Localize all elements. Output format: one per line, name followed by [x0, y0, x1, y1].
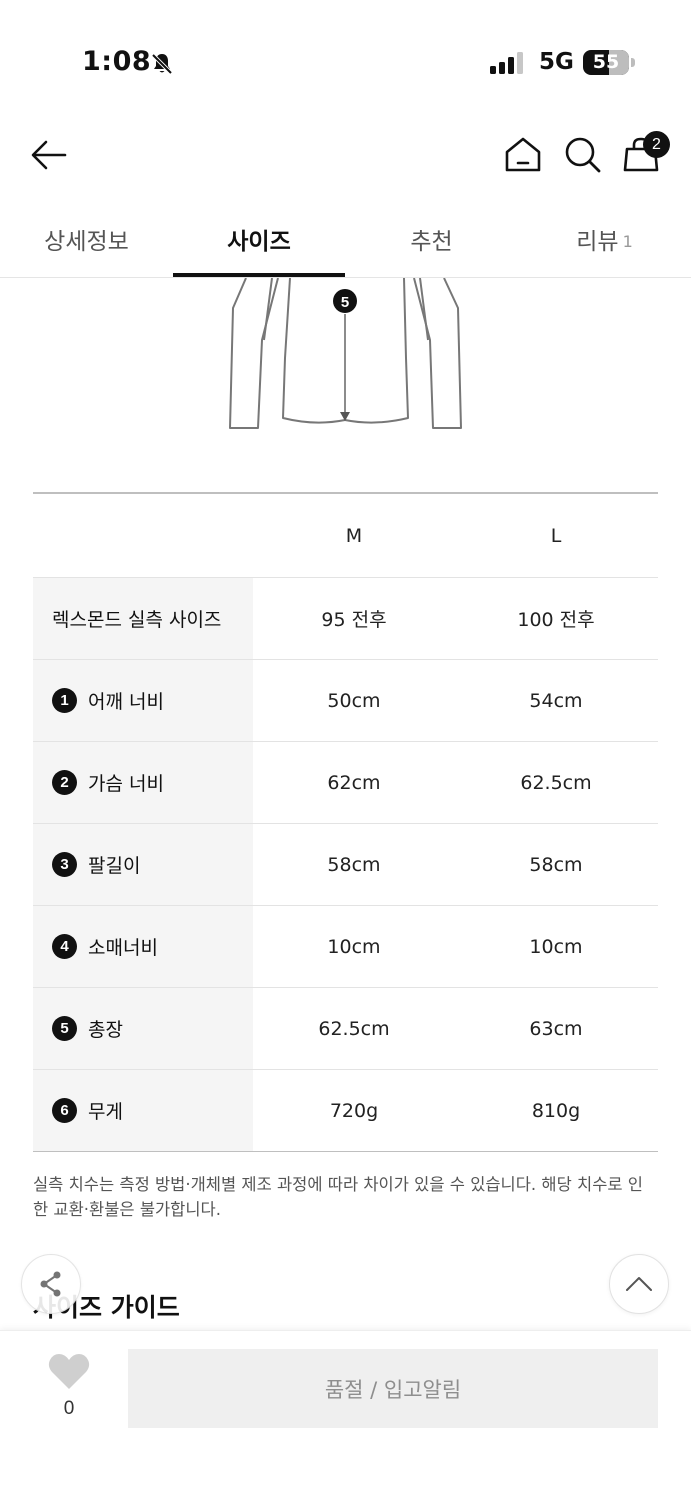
tab-size[interactable]: 사이즈	[173, 200, 345, 278]
table-row: 6 무게 720g 810g	[33, 1070, 658, 1152]
measure-number-badge: 2	[52, 770, 77, 795]
tab-label: 리뷰	[576, 229, 619, 255]
battery-icon: 55	[583, 50, 629, 75]
measure-number-badge: 3	[52, 852, 77, 877]
table-header-row: M L	[33, 494, 658, 578]
share-button[interactable]	[21, 1254, 81, 1314]
cell-l: 58cm	[529, 853, 583, 876]
cell-l: 100 전후	[517, 609, 595, 631]
row-label: 소매너비	[88, 937, 158, 959]
table-row: 5 총장 62.5cm 63cm	[33, 988, 658, 1070]
cell-m: 62.5cm	[318, 1017, 390, 1040]
scroll-top-button[interactable]	[609, 1254, 669, 1314]
cell-m: 10cm	[327, 935, 381, 958]
battery-level: 55	[592, 51, 620, 73]
column-header-m: M	[345, 524, 363, 547]
search-icon[interactable]	[560, 132, 606, 178]
row-label-cell: 5 총장	[33, 988, 253, 1069]
status-time: 1:08	[82, 46, 152, 77]
review-count: 1	[622, 231, 633, 251]
tab-label: 상세정보	[44, 229, 129, 255]
cellular-signal-icon	[490, 52, 523, 74]
measure-marker-label: 5	[341, 294, 349, 311]
soldout-restock-alert-button[interactable]: 품절 / 입고알림	[128, 1349, 658, 1428]
measure-number-badge: 5	[52, 1016, 77, 1041]
size-table: M L 렉스몬드 실측 사이즈 95 전후 100 전후 1 어깨 너비 50c…	[33, 492, 658, 1152]
table-header-empty	[33, 494, 253, 577]
detail-tabs: 상세정보 사이즈 추천 리뷰 1	[0, 200, 691, 278]
measure-number-badge: 6	[52, 1098, 77, 1123]
cell-m: 95 전후	[321, 609, 387, 631]
cell-m: 62cm	[327, 771, 381, 794]
table-row: 1 어깨 너비 50cm 54cm	[33, 660, 658, 742]
row-label-cell: 4 소매너비	[33, 906, 253, 987]
measure-number-badge: 4	[52, 934, 77, 959]
tab-reviews[interactable]: 리뷰 1	[518, 200, 691, 278]
active-tab-indicator	[173, 273, 345, 277]
cell-l: 62.5cm	[520, 771, 592, 794]
tab-label: 사이즈	[227, 229, 291, 255]
table-row: 4 소매너비 10cm 10cm	[33, 906, 658, 988]
table-row: 렉스몬드 실측 사이즈 95 전후 100 전후	[33, 578, 658, 660]
column-header-l: L	[550, 524, 562, 547]
cell-l: 63cm	[529, 1017, 583, 1040]
row-label-cell: 1 어깨 너비	[33, 660, 253, 741]
bottom-action-bar: 0 품절 / 입고알림	[0, 1330, 691, 1500]
row-label: 어깨 너비	[88, 691, 164, 713]
home-icon[interactable]	[500, 132, 546, 178]
top-header: 2	[0, 110, 691, 200]
measurement-disclaimer: 실측 치수는 측정 방법·개체별 제조 과정에 따라 차이가 있을 수 있습니다…	[33, 1175, 643, 1219]
garment-measurement-illustration: 5	[229, 278, 462, 429]
cell-m: 720g	[329, 1099, 379, 1122]
bell-slash-icon	[151, 53, 173, 75]
cell-l: 10cm	[529, 935, 583, 958]
tab-recommend[interactable]: 추천	[345, 200, 518, 278]
chevron-up-icon	[626, 1277, 652, 1291]
table-row: 3 팔길이 58cm 58cm	[33, 824, 658, 906]
row-label-cell: 6 무게	[33, 1070, 253, 1151]
back-arrow-icon[interactable]	[28, 134, 70, 176]
cell-l: 54cm	[529, 689, 583, 712]
network-label: 5G	[539, 49, 574, 75]
status-bar: 1:08 5G 55	[0, 0, 691, 110]
table-row: 2 가슴 너비 62cm 62.5cm	[33, 742, 658, 824]
row-label: 무게	[88, 1101, 123, 1123]
row-label: 가슴 너비	[88, 773, 164, 795]
like-count: 0	[63, 1398, 75, 1419]
cell-m: 50cm	[327, 689, 381, 712]
row-label: 렉스몬드 실측 사이즈	[33, 578, 253, 659]
row-label-cell: 3 팔길이	[33, 824, 253, 905]
tab-details[interactable]: 상세정보	[0, 200, 173, 278]
row-label: 총장	[88, 1019, 123, 1041]
cell-l: 810g	[531, 1099, 581, 1122]
cart-count-badge: 2	[643, 131, 670, 158]
heart-icon[interactable]	[47, 1351, 91, 1391]
cell-m: 58cm	[327, 853, 381, 876]
tab-label: 추천	[410, 229, 453, 255]
row-label: 팔길이	[88, 855, 141, 877]
battery-tip	[631, 58, 635, 67]
measure-number-badge: 1	[52, 688, 77, 713]
share-icon	[40, 1271, 61, 1297]
row-label-cell: 2 가슴 너비	[33, 742, 253, 823]
